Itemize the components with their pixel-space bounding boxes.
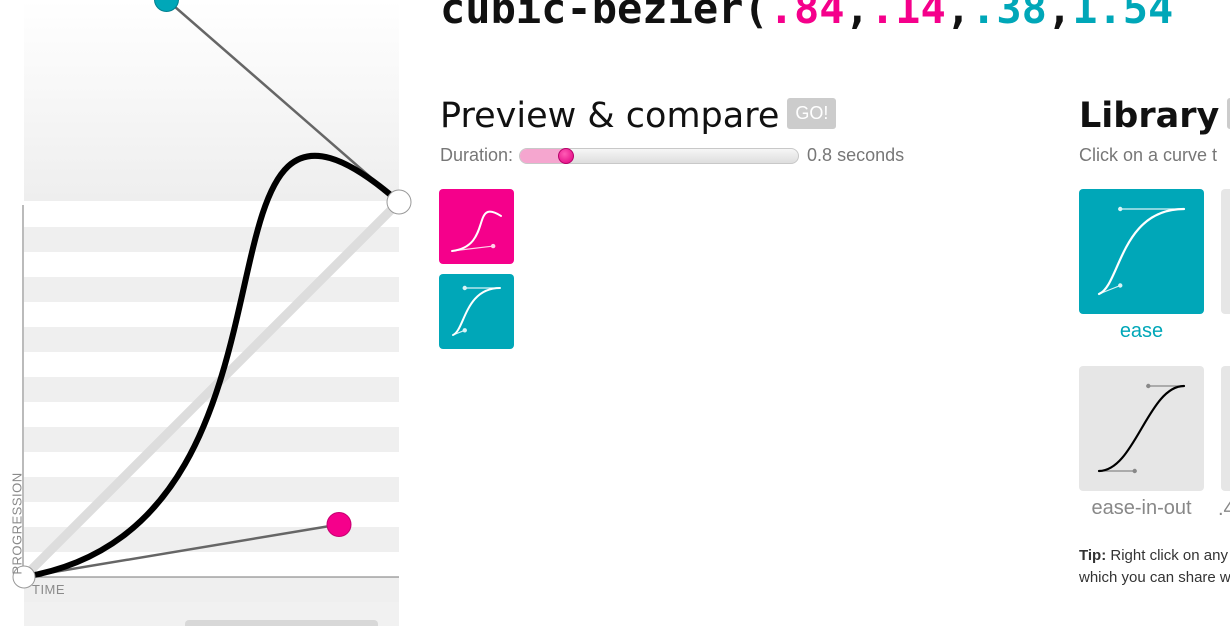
x-axis-label: TIME xyxy=(32,582,66,597)
mini-handle-dot xyxy=(1146,383,1151,389)
mini-curve-icon xyxy=(452,285,501,336)
title-prefix: cubic-bezier( xyxy=(440,0,769,33)
duration-slider[interactable] xyxy=(519,147,800,165)
library-item-label[interactable]: ease xyxy=(1079,320,1204,343)
title-sep-1: , xyxy=(844,0,870,33)
y-axis-label: PROGRESSION xyxy=(9,472,25,575)
title-sep-2: , xyxy=(945,0,972,33)
mini-handle-dot xyxy=(1118,206,1123,212)
mini-handle-dot xyxy=(490,243,496,249)
curve-thumbnail-icon xyxy=(1097,206,1186,296)
grid-stripe xyxy=(24,327,399,352)
mini-handle-dot xyxy=(462,285,467,291)
tip-line-2: which you can share w xyxy=(1079,569,1230,586)
end-point xyxy=(386,189,412,215)
preview-section-heading: Preview & compare GO! xyxy=(440,96,837,136)
curve-canvas[interactable] xyxy=(0,0,420,626)
library-item-partial[interactable] xyxy=(1221,366,1230,491)
library-item-label[interactable]: ease-in-out xyxy=(1079,497,1204,520)
library-hint: Click on a curve t xyxy=(1079,145,1218,165)
library-heading-text: Library xyxy=(1079,96,1220,136)
title-p2x: .38 xyxy=(971,0,1047,33)
curve-thumbnail-icon xyxy=(1097,383,1186,474)
preview-compare-curve[interactable] xyxy=(439,274,514,349)
preview-custom-curve[interactable] xyxy=(439,189,514,264)
grid-stripe xyxy=(24,427,399,452)
tip-text: Tip: Right click on any which you can sh… xyxy=(1079,545,1230,589)
duration-label: Duration: xyxy=(440,145,514,165)
curve-editor[interactable]: TIME PROGRESSION xyxy=(0,0,420,626)
overflow-area-top xyxy=(24,0,399,201)
duration-slider-fill xyxy=(520,148,563,163)
library-section-heading: LibraryIM xyxy=(1079,96,1230,136)
duration-slider-thumb[interactable] xyxy=(558,147,575,164)
mini-handle-dot xyxy=(1132,468,1137,474)
tip-line-1: Right click on any xyxy=(1106,547,1228,564)
p1-control-handle[interactable] xyxy=(326,512,352,537)
library-item-ease-in-out[interactable]: ease-in-out xyxy=(1079,366,1204,520)
title-p1x: .84 xyxy=(768,0,845,33)
library-item-partial[interactable] xyxy=(1221,189,1230,314)
library-thumbnail[interactable] xyxy=(1079,189,1204,314)
grid-stripe xyxy=(24,227,399,252)
duration-value: 0.8 seconds xyxy=(807,145,905,165)
mini-handle-dot xyxy=(462,328,467,333)
go-button[interactable]: GO! xyxy=(787,97,837,129)
mini-curve-path xyxy=(1097,384,1186,473)
title-sep-3: , xyxy=(1046,0,1073,33)
mini-curve-path xyxy=(452,287,501,336)
tip-label: Tip: xyxy=(1079,547,1107,564)
mini-curve-path xyxy=(1097,207,1186,296)
grid-stripe xyxy=(24,277,399,302)
grid-stripe xyxy=(24,577,399,602)
library-item-partial-label: .4 xyxy=(1218,498,1230,520)
title-p1y: .14 xyxy=(869,0,946,33)
preview-heading-text: Preview & compare xyxy=(440,96,780,136)
grid-stripe xyxy=(24,477,399,502)
library-item-ease[interactable]: ease xyxy=(1079,189,1204,343)
mini-handle-dot xyxy=(1118,283,1123,288)
mini-curve-icon xyxy=(451,210,502,252)
duration-control: Duration: 0.8 seconds xyxy=(440,145,904,166)
cubic-bezier-title: cubic-bezier(.84,.14,.38,1.54 xyxy=(440,0,1173,33)
title-p2y: 1.54 xyxy=(1072,0,1174,33)
scroll-handle[interactable] xyxy=(185,620,378,626)
library-thumbnail[interactable] xyxy=(1079,366,1204,491)
